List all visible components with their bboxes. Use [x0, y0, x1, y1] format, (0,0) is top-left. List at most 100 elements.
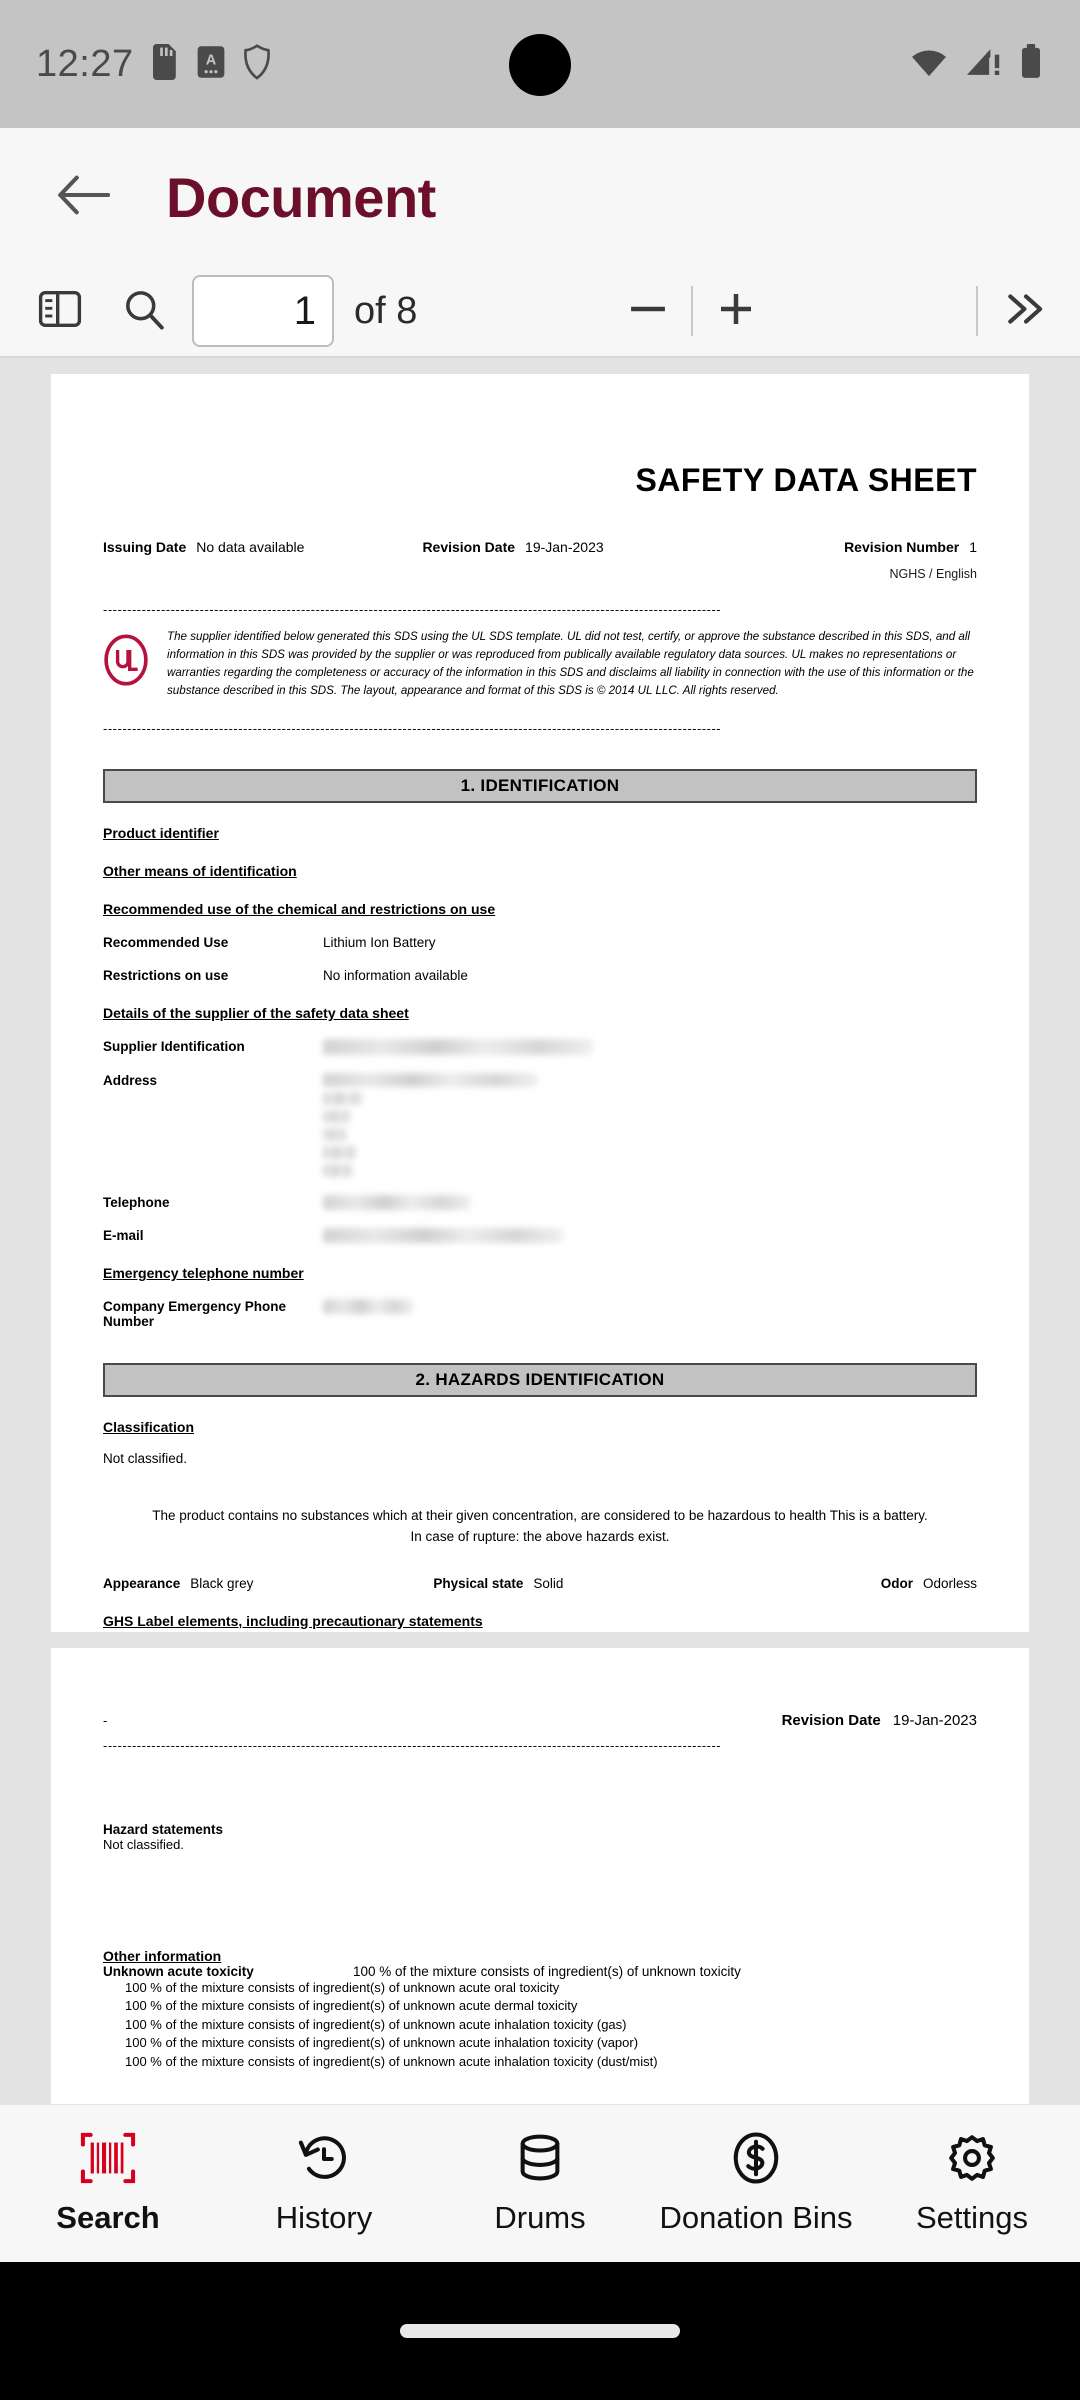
issuing-date-label: Issuing Date: [103, 539, 187, 555]
redacted-emergency-phone: [323, 1298, 413, 1314]
supplier-identification-value: [323, 1038, 977, 1055]
more-tools-button[interactable]: [978, 265, 1074, 357]
toxicity-line: 100 % of the mixture consists of ingredi…: [125, 2035, 639, 2051]
address-value: [323, 1072, 977, 1177]
section-1-header: 1. IDENTIFICATION: [103, 768, 977, 803]
disclaimer-block: The supplier identified below generated …: [103, 628, 977, 700]
company-emergency-phone-value: [323, 1298, 977, 1329]
other-means-heading: Other means of identification: [103, 862, 297, 879]
gesture-pill[interactable]: [400, 2324, 680, 2338]
divider-rule-top: ----------------------------------------…: [103, 603, 722, 616]
telephone-label: Telephone: [103, 1194, 170, 1210]
svg-text:A: A: [205, 52, 216, 68]
page-2-revision-date: Revision Date 19-Jan-2023: [782, 1712, 977, 1729]
standard-language-label: NGHS / English: [889, 567, 977, 581]
emergency-telephone-heading: Emergency telephone number: [103, 1264, 304, 1281]
sds-meta-row: Issuing Date No data available Revision …: [103, 539, 977, 555]
nav-item-search[interactable]: Search: [0, 2131, 216, 2236]
nav-label-drums: Drums: [494, 2200, 586, 2235]
divider-rule-bottom: ----------------------------------------…: [103, 721, 722, 735]
email-row: E-mail: [103, 1227, 977, 1243]
minus-icon: [628, 298, 668, 325]
physical-state-label: Physical state: [433, 1575, 524, 1591]
zoom-in-button[interactable]: [693, 265, 779, 357]
supplier-identification-label: Supplier Identification: [103, 1038, 245, 1054]
ul-logo-icon: [103, 634, 149, 691]
supplier-identification-row: Supplier Identification: [103, 1038, 977, 1055]
redacted-address-line-1: [323, 1072, 538, 1087]
toxicity-line: 100 % of the mixture consists of ingredi…: [125, 2016, 627, 2032]
odor-label: Odor: [880, 1575, 913, 1591]
plus-icon: [718, 291, 754, 332]
page-2-dash: -: [103, 1713, 108, 1728]
search-icon: [123, 288, 165, 335]
toxicity-line: 100 % of the mixture consists of ingredi…: [125, 1980, 560, 1995]
odor-value: Odorless: [922, 1575, 977, 1591]
telephone-value: [323, 1194, 977, 1210]
hazard-statements-block: Hazard statements Not classified.: [103, 1822, 977, 1852]
redacted-address-line-6: [323, 1163, 353, 1177]
product-identifier-heading: Product identifier: [103, 824, 219, 841]
sidebar-icon: [38, 289, 82, 334]
pdf-page-2: - Revision Date 19-Jan-2023 -------------…: [51, 1648, 1029, 2180]
nav-item-history[interactable]: History: [216, 2131, 432, 2236]
restrictions-row: Restrictions on use No information avail…: [103, 968, 977, 983]
unknown-acute-toxicity-value: 100 % of the mixture consists of ingredi…: [353, 1964, 741, 1979]
camera-punch-hole: [509, 34, 571, 96]
toxicity-line: 100 % of the mixture consists of ingredi…: [125, 2053, 658, 2069]
sds-title: SAFETY DATA SHEET: [635, 462, 977, 498]
page-2-revision-date-value: 19-Jan-2023: [892, 1712, 977, 1729]
back-button[interactable]: [28, 173, 138, 222]
telephone-row: Telephone: [103, 1194, 977, 1210]
other-information-heading: Other information: [103, 1948, 222, 1964]
other-information-block: Other information Unknown acute toxicity…: [103, 1948, 977, 2071]
recommended-use-value: Lithium Ion Battery: [323, 934, 436, 950]
redacted-telephone: [323, 1194, 471, 1210]
nav-item-donation-bins[interactable]: Donation Bins: [648, 2131, 864, 2236]
recommended-use-row: Recommended Use Lithium Ion Battery: [103, 935, 977, 950]
page-number-input[interactable]: 1: [192, 275, 334, 347]
app-bar: Document: [0, 128, 1080, 266]
pdf-document-viewport[interactable]: SAFETY DATA SHEET Issuing Date No data a…: [0, 358, 1080, 2180]
revision-number-value: 1: [969, 539, 977, 555]
nav-label-search: Search: [56, 2200, 160, 2235]
zoom-out-button[interactable]: [605, 265, 691, 357]
nav-item-settings[interactable]: Settings: [864, 2131, 1080, 2236]
barcode-scan-icon: [79, 2131, 137, 2190]
redacted-email: [323, 1227, 563, 1243]
classification-value: Not classified.: [103, 1450, 188, 1466]
appearance-value: Black grey: [190, 1575, 254, 1591]
pdf-toolbar: 1 of 8: [0, 266, 1080, 358]
nav-label-settings: Settings: [915, 2200, 1028, 2235]
ghs-label-elements-heading: GHS Label elements, including precaution…: [103, 1612, 483, 1629]
classification-heading: Classification: [103, 1418, 195, 1435]
search-button[interactable]: [106, 265, 182, 357]
restrictions-value: No information available: [323, 967, 468, 983]
page-count-label: of 8: [354, 289, 418, 332]
bottom-navigation-bar: Search History Drums Donation Bins Setti…: [0, 2104, 1080, 2262]
recommended-use-label: Recommended Use: [103, 934, 229, 950]
database-drum-icon: [511, 2131, 569, 2190]
redacted-address-line-4: [323, 1127, 347, 1141]
email-value: [323, 1227, 977, 1243]
recommended-use-heading: Recommended use of the chemical and rest…: [103, 900, 496, 917]
section-2-header: 2. HAZARDS IDENTIFICATION: [103, 1362, 977, 1397]
nav-item-drums[interactable]: Drums: [432, 2131, 648, 2236]
unknown-acute-toxicity-row: Unknown acute toxicity 100 % of the mixt…: [103, 1964, 977, 1979]
ul-disclaimer-text: The supplier identified below generated …: [167, 630, 974, 697]
hazard-note-line-2: In case of rupture: the above hazards ex…: [410, 1528, 670, 1544]
status-bar-right: [910, 43, 1044, 85]
system-gesture-bar: [0, 2262, 1080, 2400]
battery-icon: [1018, 43, 1044, 85]
company-emergency-phone-row: Company Emergency Phone Number: [103, 1298, 977, 1329]
app-notification-icon: A: [196, 45, 226, 84]
revision-date-value: 19-Jan-2023: [525, 539, 604, 555]
wifi-icon: [910, 46, 948, 83]
nav-label-donation-bins: Donation Bins: [659, 2200, 853, 2235]
address-row: Address: [103, 1072, 977, 1177]
history-clock-icon: [295, 2131, 353, 2190]
sidebar-toggle-button[interactable]: [14, 265, 106, 357]
status-bar: 12:27 A: [0, 0, 1080, 128]
shield-icon: [242, 43, 272, 85]
status-bar-left: 12:27 A: [36, 43, 272, 86]
